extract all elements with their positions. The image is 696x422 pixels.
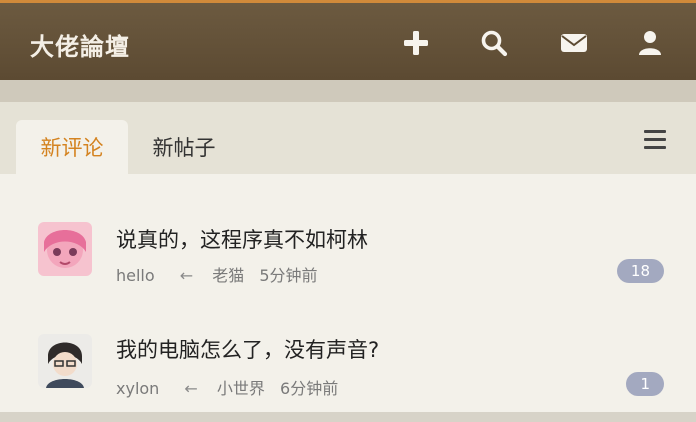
post-title[interactable]: 我的电脑怎么了，没有声音? [116, 334, 379, 364]
posts-panel: 新评论 新帖子 说真的，这程序真不如柯林 hello ← 老猫 5分钟前 18 [0, 102, 696, 412]
tab-bar: 新评论 新帖子 [0, 102, 696, 174]
post-time: 6分钟前 [280, 379, 339, 398]
top-header: 大佬論壇 [0, 0, 696, 80]
post-item[interactable]: 我的电脑怎么了，没有声音? xylon ← 小世界 6分钟前 1 [0, 312, 696, 422]
last-replier[interactable]: 小世界 [217, 379, 265, 398]
tab-new-posts[interactable]: 新帖子 [138, 120, 230, 174]
search-icon[interactable] [476, 25, 512, 61]
tab-new-comments[interactable]: 新评论 [16, 120, 128, 174]
reply-count-badge: 18 [616, 259, 664, 283]
post-title[interactable]: 说真的，这程序真不如柯林 [116, 224, 368, 254]
last-replier[interactable]: 老猫 [212, 266, 244, 285]
post-meta: hello ← 老猫 5分钟前 [116, 262, 318, 286]
post-author[interactable]: hello [116, 266, 155, 285]
avatar[interactable] [38, 222, 92, 276]
site-logo[interactable]: 大佬論壇 [30, 27, 130, 62]
reply-arrow-icon: ← [179, 266, 194, 285]
reply-arrow-icon: ← [184, 379, 198, 398]
user-icon[interactable] [632, 25, 668, 61]
envelope-icon[interactable] [556, 25, 592, 61]
reply-count-badge: 1 [626, 372, 664, 396]
post-time: 5分钟前 [259, 266, 318, 285]
post-author[interactable]: xylon [116, 379, 159, 398]
post-item[interactable]: 说真的，这程序真不如柯林 hello ← 老猫 5分钟前 18 [0, 202, 696, 312]
avatar[interactable] [38, 334, 92, 388]
hamburger-menu-icon[interactable] [644, 130, 666, 149]
post-meta: xylon ← 小世界 6分钟前 [116, 375, 338, 399]
plus-icon[interactable] [398, 25, 434, 61]
header-strip [0, 80, 696, 102]
